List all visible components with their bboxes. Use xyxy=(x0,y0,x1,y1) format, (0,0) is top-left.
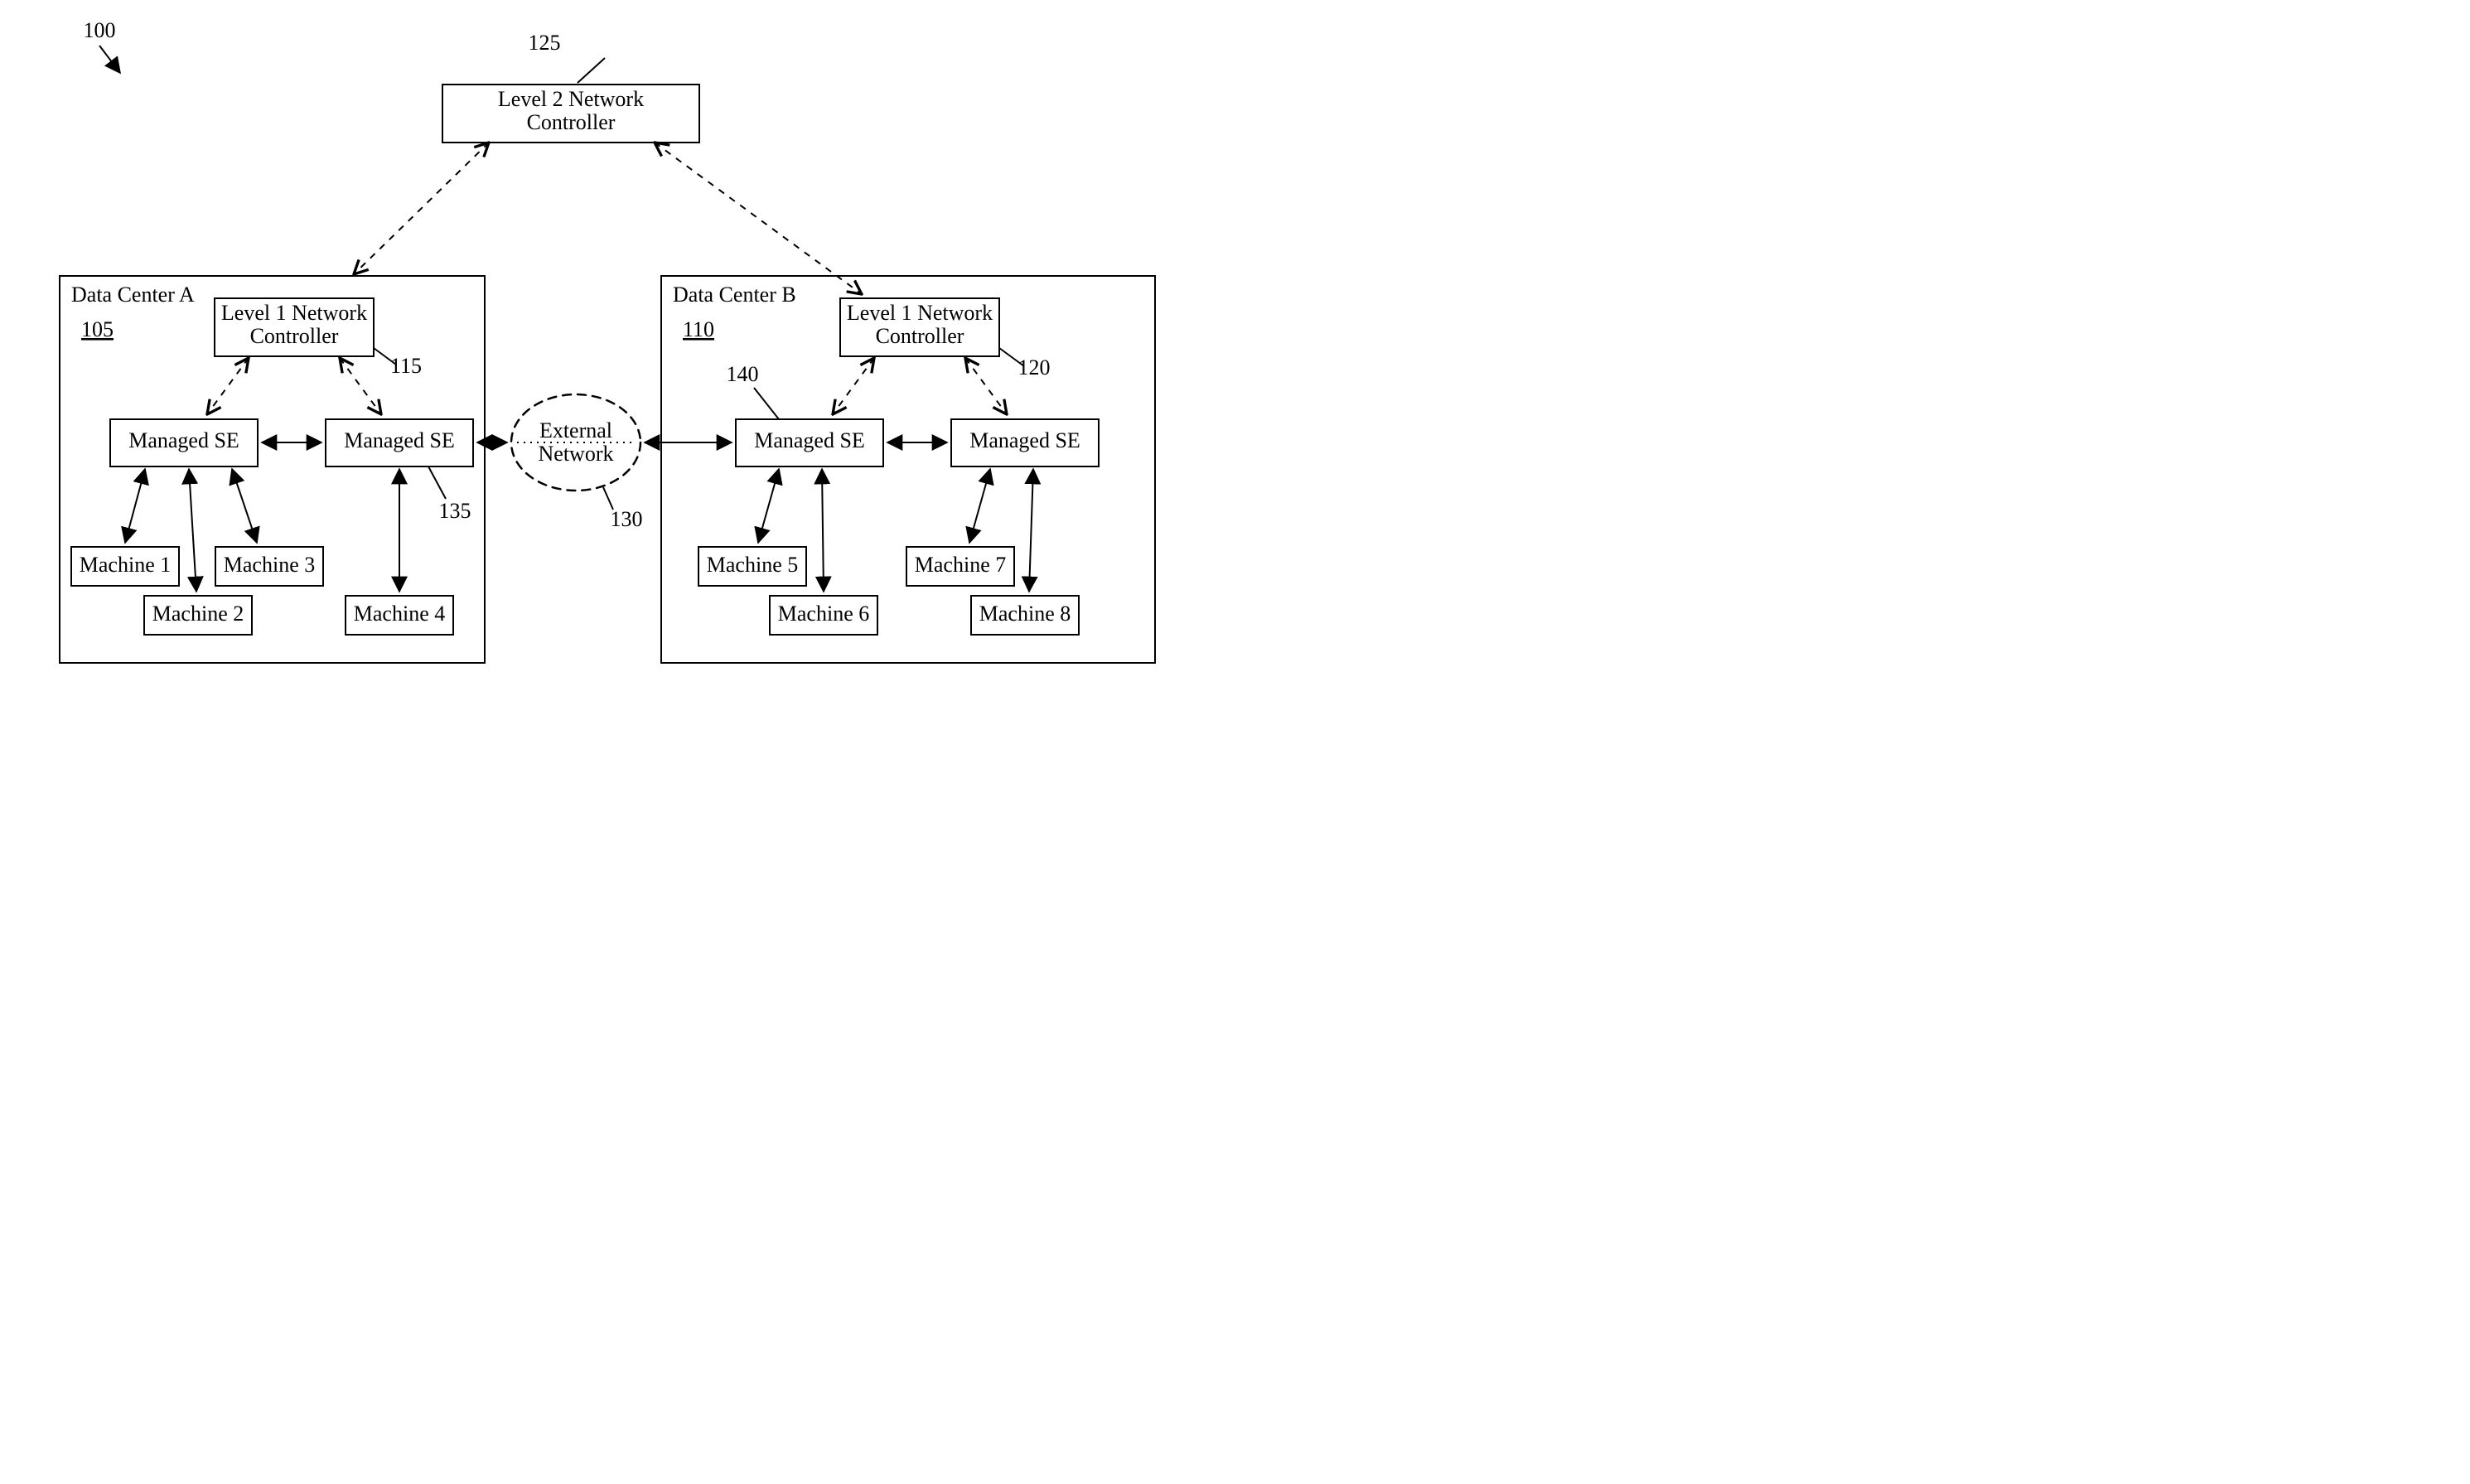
dc-b-se-left-ref-tick xyxy=(754,388,779,419)
machine-2-label: Machine 2 xyxy=(152,602,244,626)
conn-l2-to-l1a xyxy=(354,143,489,274)
figure-ref-100: 100 xyxy=(84,18,116,42)
dc-b-l1-ref: 120 xyxy=(1018,355,1051,379)
conn-sea-m3 xyxy=(232,469,257,543)
dc-b-l1-line2: Controller xyxy=(876,324,964,348)
dc-a-l1-ref: 115 xyxy=(390,354,422,378)
conn-seb-m7 xyxy=(969,469,990,543)
conn-seb-m8 xyxy=(1029,469,1033,592)
dc-b-title: Data Center B xyxy=(673,283,796,307)
machine-5-label: Machine 5 xyxy=(707,553,798,577)
figure-ref-arrow xyxy=(99,46,120,73)
conn-seb-m6 xyxy=(822,469,824,592)
l2-ref-tick xyxy=(578,58,605,83)
conn-l1a-sel xyxy=(207,358,249,414)
external-network-ref-tick xyxy=(603,487,613,510)
conn-sea-m2 xyxy=(189,469,196,592)
conn-l2-to-l1b xyxy=(655,143,862,294)
machine-3-label: Machine 3 xyxy=(224,553,315,577)
conn-l1a-ser xyxy=(340,358,381,414)
machine-8-label: Machine 8 xyxy=(979,602,1071,626)
l2-controller-ref: 125 xyxy=(529,31,561,55)
dc-b-ref: 110 xyxy=(683,317,714,341)
conn-l1b-sel xyxy=(833,358,874,414)
machine-7-label: Machine 7 xyxy=(915,553,1006,577)
machine-1-label: Machine 1 xyxy=(80,553,171,577)
external-network-line1: External xyxy=(539,418,612,442)
dc-b-se-left-label: Managed SE xyxy=(754,428,865,452)
dc-a-se-left-label: Managed SE xyxy=(128,428,239,452)
external-network-ref: 130 xyxy=(611,507,643,531)
dc-b-se-right-label: Managed SE xyxy=(969,428,1080,452)
conn-l1b-ser xyxy=(965,358,1007,414)
dc-a-ref: 105 xyxy=(81,317,114,341)
dc-a-se-right-label: Managed SE xyxy=(344,428,455,452)
machine-4-label: Machine 4 xyxy=(354,602,445,626)
dc-a-title: Data Center A xyxy=(71,283,195,307)
machine-6-label: Machine 6 xyxy=(778,602,869,626)
external-network-line2: Network xyxy=(539,442,614,466)
dc-a-l1-line1: Level 1 Network xyxy=(221,301,367,325)
l2-controller-line1: Level 2 Network xyxy=(498,87,644,111)
dc-a-se-right-ref-tick xyxy=(428,466,446,499)
dc-a-l1-line2: Controller xyxy=(250,324,339,348)
conn-sea-m1 xyxy=(125,469,145,543)
dc-a-se-right-ref: 135 xyxy=(439,499,471,523)
diagram-root: 100 Level 2 Network Controller 125 Data … xyxy=(0,0,1235,742)
dc-b-l1-line1: Level 1 Network xyxy=(847,301,993,325)
conn-seb-m5 xyxy=(758,469,779,543)
dc-b-se-left-ref: 140 xyxy=(727,362,759,386)
l2-controller-line2: Controller xyxy=(527,110,616,134)
